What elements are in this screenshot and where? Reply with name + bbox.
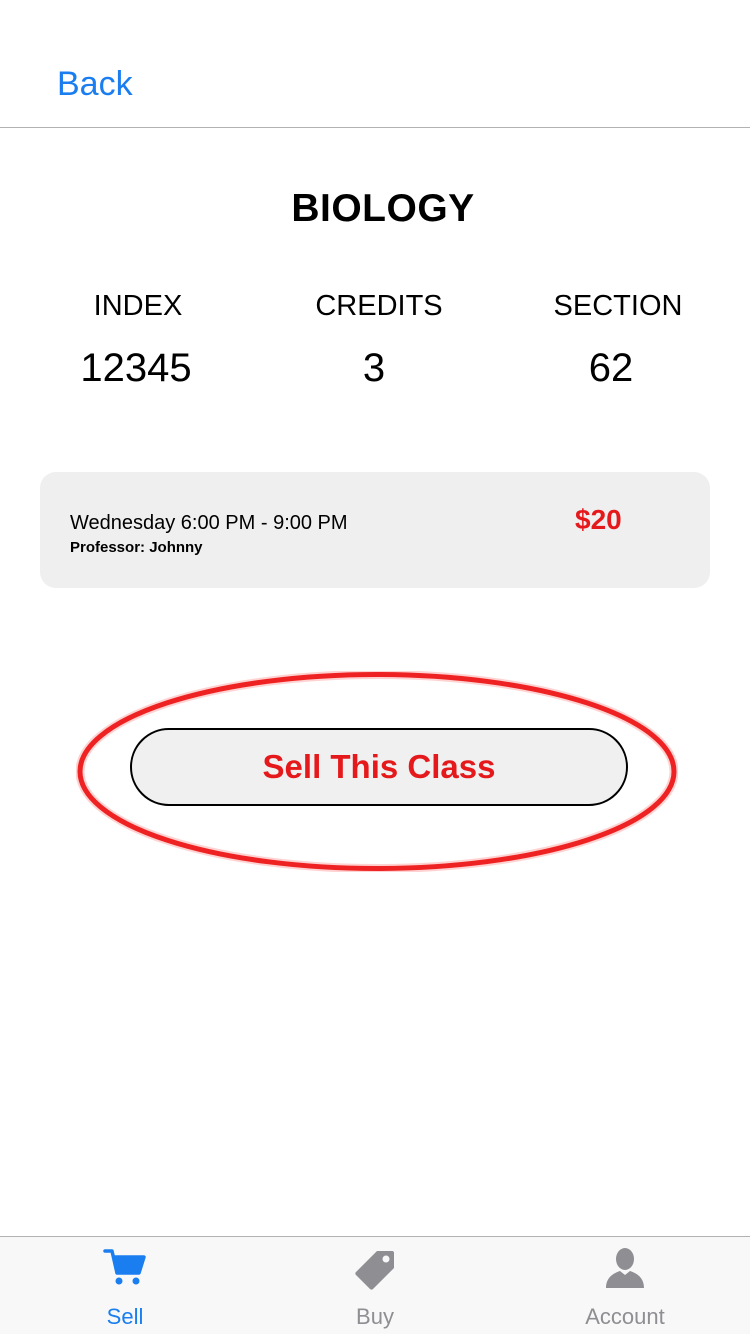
stat-index-label: INDEX	[93, 290, 183, 322]
schedule-professor: Professor: Johnny	[70, 539, 203, 556]
tab-buy-label: Buy	[356, 1304, 394, 1329]
navigation-bar: Back	[0, 0, 750, 128]
tab-sell[interactable]: Sell	[0, 1237, 250, 1334]
schedule-time: Wednesday 6:00 PM - 9:00 PM	[70, 512, 348, 534]
sell-class-button[interactable]: Sell This Class	[130, 728, 628, 806]
tab-bar: Sell Buy Account	[0, 1236, 750, 1334]
schedule-price: $20	[575, 504, 622, 535]
stat-credits: CREDITS 3	[259, 286, 499, 394]
tab-buy[interactable]: Buy	[250, 1237, 500, 1334]
schedule-card: Wednesday 6:00 PM - 9:00 PM Professor: J…	[40, 472, 710, 588]
tag-icon	[250, 1247, 500, 1291]
stat-section-value: 62	[588, 346, 634, 390]
stat-section: SECTION 62	[498, 286, 738, 394]
stat-index-value: 12345	[80, 346, 192, 390]
stat-section-label: SECTION	[553, 290, 683, 322]
cart-icon	[0, 1247, 250, 1291]
class-detail-screen: Back BIOLOGY INDEX 12345 CREDITS 3 SECTI…	[0, 0, 750, 1334]
stat-credits-label: CREDITS	[315, 290, 443, 322]
tab-account-label: Account	[585, 1304, 665, 1329]
stat-index: INDEX 12345	[18, 286, 258, 394]
back-button[interactable]: Back	[57, 62, 133, 106]
tab-account[interactable]: Account	[500, 1237, 750, 1334]
person-icon	[500, 1247, 750, 1291]
class-title: BIOLOGY	[291, 187, 475, 230]
stat-credits-value: 3	[362, 346, 386, 390]
tab-sell-label: Sell	[106, 1304, 144, 1329]
